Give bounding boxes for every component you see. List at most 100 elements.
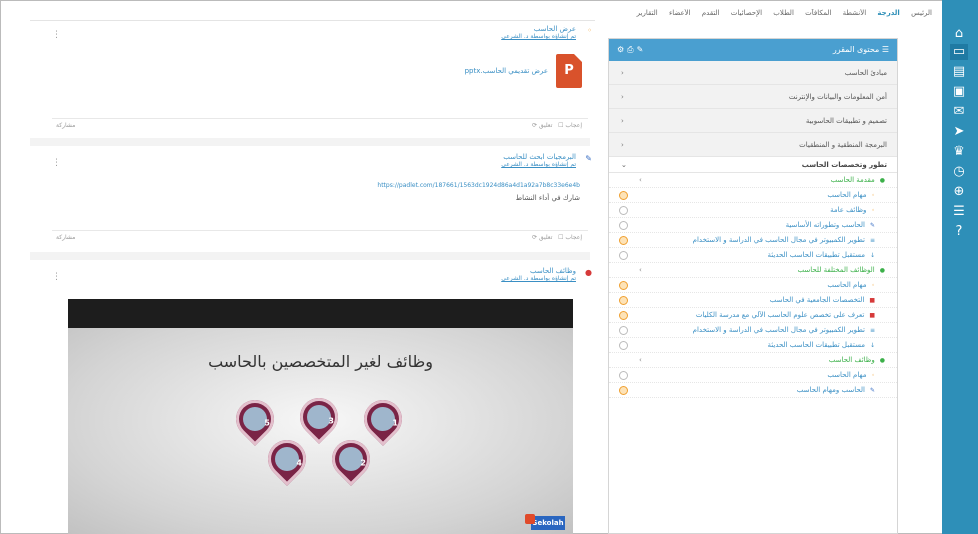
- section-row[interactable]: تصميم و تطبيقات الحاسوبية ‹: [609, 109, 897, 133]
- globe-icon[interactable]: ⊕: [950, 184, 968, 200]
- pin-number: 5: [264, 418, 271, 428]
- chevron-left-icon: ‹: [621, 117, 624, 125]
- expand-marker[interactable]: ›: [639, 263, 642, 277]
- section-label: تطور وتخصصات الحاسب: [801, 161, 887, 169]
- section-row[interactable]: البرمجة المنطقية و المنطقيات ‹: [609, 133, 897, 157]
- activity-title[interactable]: البرمجيات ابحث للحاسب تم إنشاؤه بواسطة د.…: [501, 153, 576, 168]
- nav-item[interactable]: التقارير: [637, 9, 658, 17]
- completion-checkbox[interactable]: [619, 326, 628, 335]
- pin-number: 3: [328, 416, 335, 426]
- activity-subtitle[interactable]: تم إنشاؤه بواسطة د. الشرعي: [501, 275, 576, 282]
- item-type-icon: ≡: [869, 237, 875, 244]
- item-type-icon: ◦: [871, 192, 875, 199]
- completion-checkbox[interactable]: [619, 251, 628, 260]
- nav-item[interactable]: الرئيس: [911, 9, 932, 17]
- comment-button[interactable]: تعليق: [539, 122, 552, 129]
- completion-checkbox[interactable]: [619, 341, 628, 350]
- completion-checkbox[interactable]: [619, 371, 628, 380]
- section-row[interactable]: أمن المعلومات والبيانات والإنترنت ‹: [609, 85, 897, 109]
- sidebar-item[interactable]: ↓ مستقبل تطبيقات الحاسب الحديثة: [609, 248, 897, 263]
- activity-subtitle[interactable]: تم إنشاؤه بواسطة د. الشرعي: [501, 33, 576, 40]
- activity-title[interactable]: عرض الحاسب تم إنشاؤه بواسطة د. الشرعي: [501, 25, 576, 40]
- print-icon[interactable]: ⎙: [627, 45, 636, 54]
- nav-item[interactable]: الإحصائيات: [731, 9, 762, 17]
- database-icon[interactable]: ☰: [950, 204, 968, 220]
- like-button[interactable]: إعجاب: [565, 234, 582, 241]
- nav-item[interactable]: الأنشطة: [843, 9, 867, 17]
- sidebar-item[interactable]: ● وظائف الحاسب ›: [609, 353, 897, 368]
- section-row[interactable]: مبادئ الحاسب ‹: [609, 61, 897, 85]
- list-icon: ☰: [879, 45, 889, 54]
- item-label: مهام الحاسب: [827, 371, 867, 379]
- sidebar-item[interactable]: ↓ مستقبل تطبيقات الحاسب الحديثة: [609, 338, 897, 353]
- more-icon[interactable]: ⋮: [52, 30, 61, 40]
- share-button[interactable]: مشاركة: [56, 231, 75, 245]
- send-icon[interactable]: ➤: [950, 124, 968, 140]
- like-button[interactable]: إعجاب: [565, 122, 582, 129]
- divider: [30, 138, 590, 146]
- sidebar-item[interactable]: ■ التخصصات الجامعية في الحاسب: [609, 293, 897, 308]
- clock-icon[interactable]: ◷: [950, 164, 968, 180]
- top-navigation: الرئيس الدرجة الأنشطة المكافآت الطلاب ال…: [620, 9, 932, 21]
- completion-checkbox[interactable]: [619, 221, 628, 230]
- sidebar-item[interactable]: ◦ مهام الحاسب: [609, 368, 897, 383]
- completed-checkbox[interactable]: [619, 386, 628, 395]
- file-icon[interactable]: ▣: [950, 84, 968, 100]
- sidebar-item[interactable]: ✎ الحاسب وتطوراته الأساسية: [609, 218, 897, 233]
- embedded-slide[interactable]: وظائف لغير المتخصصين بالحاسب 5 3 1 4 2 S…: [68, 299, 573, 534]
- file-link[interactable]: عرض تقديمي الحاسب.pptx: [465, 67, 548, 75]
- sidebar-item[interactable]: ✎ الحاسب ومهام الحاسب: [609, 383, 897, 398]
- sidebar-item[interactable]: ≡ تطوير الكمبيوتر في مجال الحاسب في الدرا…: [609, 233, 897, 248]
- completed-checkbox[interactable]: [619, 191, 628, 200]
- expand-marker[interactable]: ›: [639, 173, 642, 187]
- sidebar-item[interactable]: ◦ مهام الحاسب: [609, 278, 897, 293]
- completion-checkbox[interactable]: [619, 206, 628, 215]
- gear-icon[interactable]: ⚙: [617, 45, 627, 54]
- item-label: الحاسب وتطوراته الأساسية: [785, 221, 865, 229]
- completed-checkbox[interactable]: [619, 296, 628, 305]
- monitor-icon[interactable]: ▭: [950, 44, 968, 60]
- share-button[interactable]: مشاركة: [56, 119, 75, 133]
- trophy-icon[interactable]: ♛: [950, 144, 968, 160]
- powerpoint-icon[interactable]: P: [556, 54, 582, 88]
- nav-item[interactable]: المكافآت: [805, 9, 831, 17]
- completed-checkbox[interactable]: [619, 236, 628, 245]
- comment-button[interactable]: تعليق: [539, 234, 552, 241]
- home-icon[interactable]: ⌂: [950, 26, 968, 42]
- nav-item[interactable]: الطلاب: [773, 9, 794, 17]
- nav-item[interactable]: التقدم: [702, 9, 720, 17]
- item-type-icon: ✎: [869, 387, 875, 394]
- help-icon[interactable]: ?: [950, 224, 968, 240]
- action-bar: إعجاب ☐ تعليق ⟳ مشاركة: [52, 230, 588, 244]
- sidebar-item[interactable]: ● الوظائف المختلفة للحاسب ›: [609, 263, 897, 278]
- pin-1: 1: [356, 392, 410, 446]
- completed-checkbox[interactable]: [619, 311, 628, 320]
- section-row-open[interactable]: تطور وتخصصات الحاسب ⌄: [609, 157, 897, 173]
- item-type-icon: ◦: [871, 372, 875, 379]
- activity-note: شارك في أداء النشاط: [515, 194, 580, 202]
- nav-item-active[interactable]: الدرجة: [877, 9, 899, 17]
- more-icon[interactable]: ⋮: [52, 158, 61, 168]
- sidebar-item[interactable]: ≡ تطوير الكمبيوتر في مجال الحاسب في الدرا…: [609, 323, 897, 338]
- sidebar-item[interactable]: ◦ مهام الحاسب: [609, 188, 897, 203]
- item-type-icon: ✎: [869, 222, 875, 229]
- sidebar-header: ☰ محتوى المقرر ⚙⎙✎: [609, 39, 897, 61]
- sidebar-item[interactable]: ● مقدمة الحاسب ›: [609, 173, 897, 188]
- chat-icon[interactable]: ✉: [950, 104, 968, 120]
- sidebar-item[interactable]: ■ تعرف على تخصص علوم الحاسب الآلي مع مدرس…: [609, 308, 897, 323]
- expand-marker[interactable]: ›: [639, 353, 642, 367]
- item-label: مستقبل تطبيقات الحاسب الحديثة: [767, 341, 865, 349]
- book-icon[interactable]: ▤: [950, 64, 968, 80]
- item-label: مهام الحاسب: [827, 281, 867, 289]
- sidebar-item[interactable]: ◦ وظائف عامة: [609, 203, 897, 218]
- activity-subtitle[interactable]: تم إنشاؤه بواسطة د. الشرعي: [501, 161, 576, 168]
- pin-2: 2: [324, 432, 378, 486]
- pin-5: 5: [228, 392, 282, 446]
- nav-item[interactable]: الأعضاء: [669, 9, 691, 17]
- completed-checkbox[interactable]: [619, 281, 628, 290]
- activity-title[interactable]: وظائف الحاسب تم إنشاؤه بواسطة د. الشرعي: [501, 267, 576, 282]
- more-icon[interactable]: ⋮: [52, 272, 61, 282]
- edit-icon[interactable]: ✎: [637, 45, 647, 54]
- padlet-link[interactable]: https://padlet.com/187661/1563dc1924d86a…: [110, 182, 580, 189]
- course-content-sidebar: ☰ محتوى المقرر ⚙⎙✎ مبادئ الحاسب ‹ أمن الم…: [608, 38, 898, 534]
